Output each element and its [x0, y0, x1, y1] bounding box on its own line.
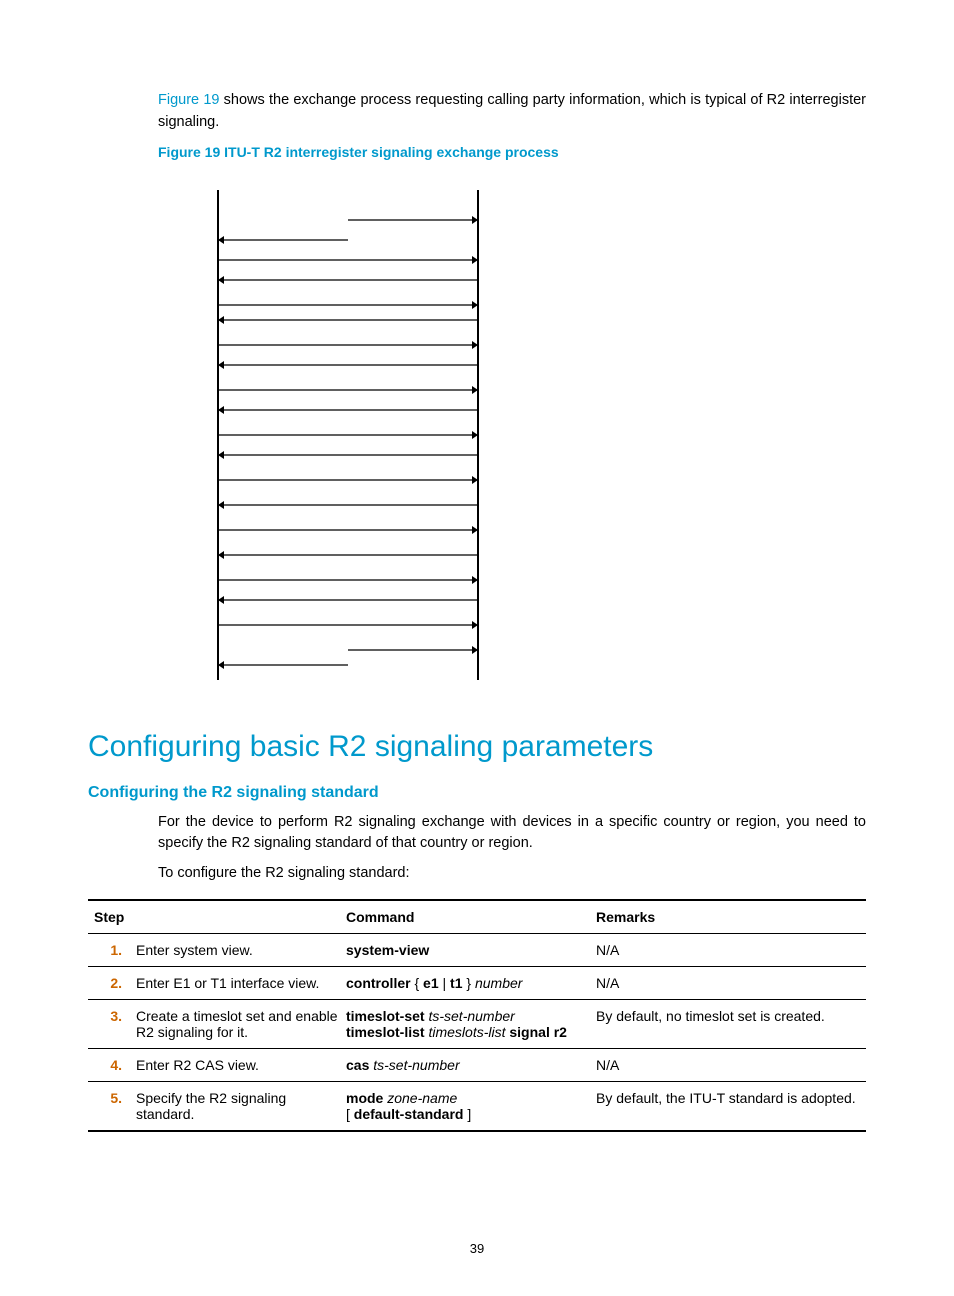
table-row: 4.Enter R2 CAS view.cas ts-set-numberN/A: [88, 1048, 866, 1081]
signaling-diagram: [208, 180, 866, 690]
intro-paragraph-rest: shows the exchange process requesting ca…: [158, 92, 866, 130]
step-command: mode zone-name[ default-standard ]: [342, 1081, 592, 1131]
step-description: Create a timeslot set and enable R2 sign…: [132, 999, 342, 1048]
step-number: 2.: [88, 966, 132, 999]
step-description: Enter R2 CAS view.: [132, 1048, 342, 1081]
step-command: timeslot-set ts-set-numbertimeslot-list …: [342, 999, 592, 1048]
step-command: system-view: [342, 933, 592, 966]
step-description: Specify the R2 signaling standard.: [132, 1081, 342, 1131]
table-row: 2.Enter E1 or T1 interface view.controll…: [88, 966, 866, 999]
figure-ref-link[interactable]: Figure 19: [158, 92, 219, 108]
subsection-heading: Configuring the R2 signaling standard: [88, 784, 866, 802]
step-number: 4.: [88, 1048, 132, 1081]
step-remarks: By default, the ITU-T standard is adopte…: [592, 1081, 866, 1131]
step-description: Enter system view.: [132, 933, 342, 966]
section-para-2: To configure the R2 signaling standard:: [158, 863, 866, 885]
step-remarks: By default, no timeslot set is created.: [592, 999, 866, 1048]
step-remarks: N/A: [592, 933, 866, 966]
figure-caption: Figure 19 ITU-T R2 interregister signali…: [158, 144, 866, 160]
step-number: 5.: [88, 1081, 132, 1131]
table-row: 5.Specify the R2 signaling standard.mode…: [88, 1081, 866, 1131]
th-command: Command: [342, 900, 592, 934]
step-description: Enter E1 or T1 interface view.: [132, 966, 342, 999]
page: Figure 19 shows the exchange process req…: [0, 0, 954, 1296]
step-command: cas ts-set-number: [342, 1048, 592, 1081]
section-para-1: For the device to perform R2 signaling e…: [158, 812, 866, 856]
section-heading: Configuring basic R2 signaling parameter…: [88, 730, 866, 764]
steps-table: Step Command Remarks 1.Enter system view…: [88, 899, 866, 1132]
step-number: 1.: [88, 933, 132, 966]
step-remarks: N/A: [592, 966, 866, 999]
th-step: Step: [88, 900, 342, 934]
step-remarks: N/A: [592, 1048, 866, 1081]
page-number: 39: [0, 1241, 954, 1256]
step-command: controller { e1 | t1 } number: [342, 966, 592, 999]
step-number: 3.: [88, 999, 132, 1048]
intro-paragraph: Figure 19 shows the exchange process req…: [158, 90, 866, 134]
table-row: 1.Enter system view.system-viewN/A: [88, 933, 866, 966]
th-remarks: Remarks: [592, 900, 866, 934]
table-row: 3.Create a timeslot set and enable R2 si…: [88, 999, 866, 1048]
